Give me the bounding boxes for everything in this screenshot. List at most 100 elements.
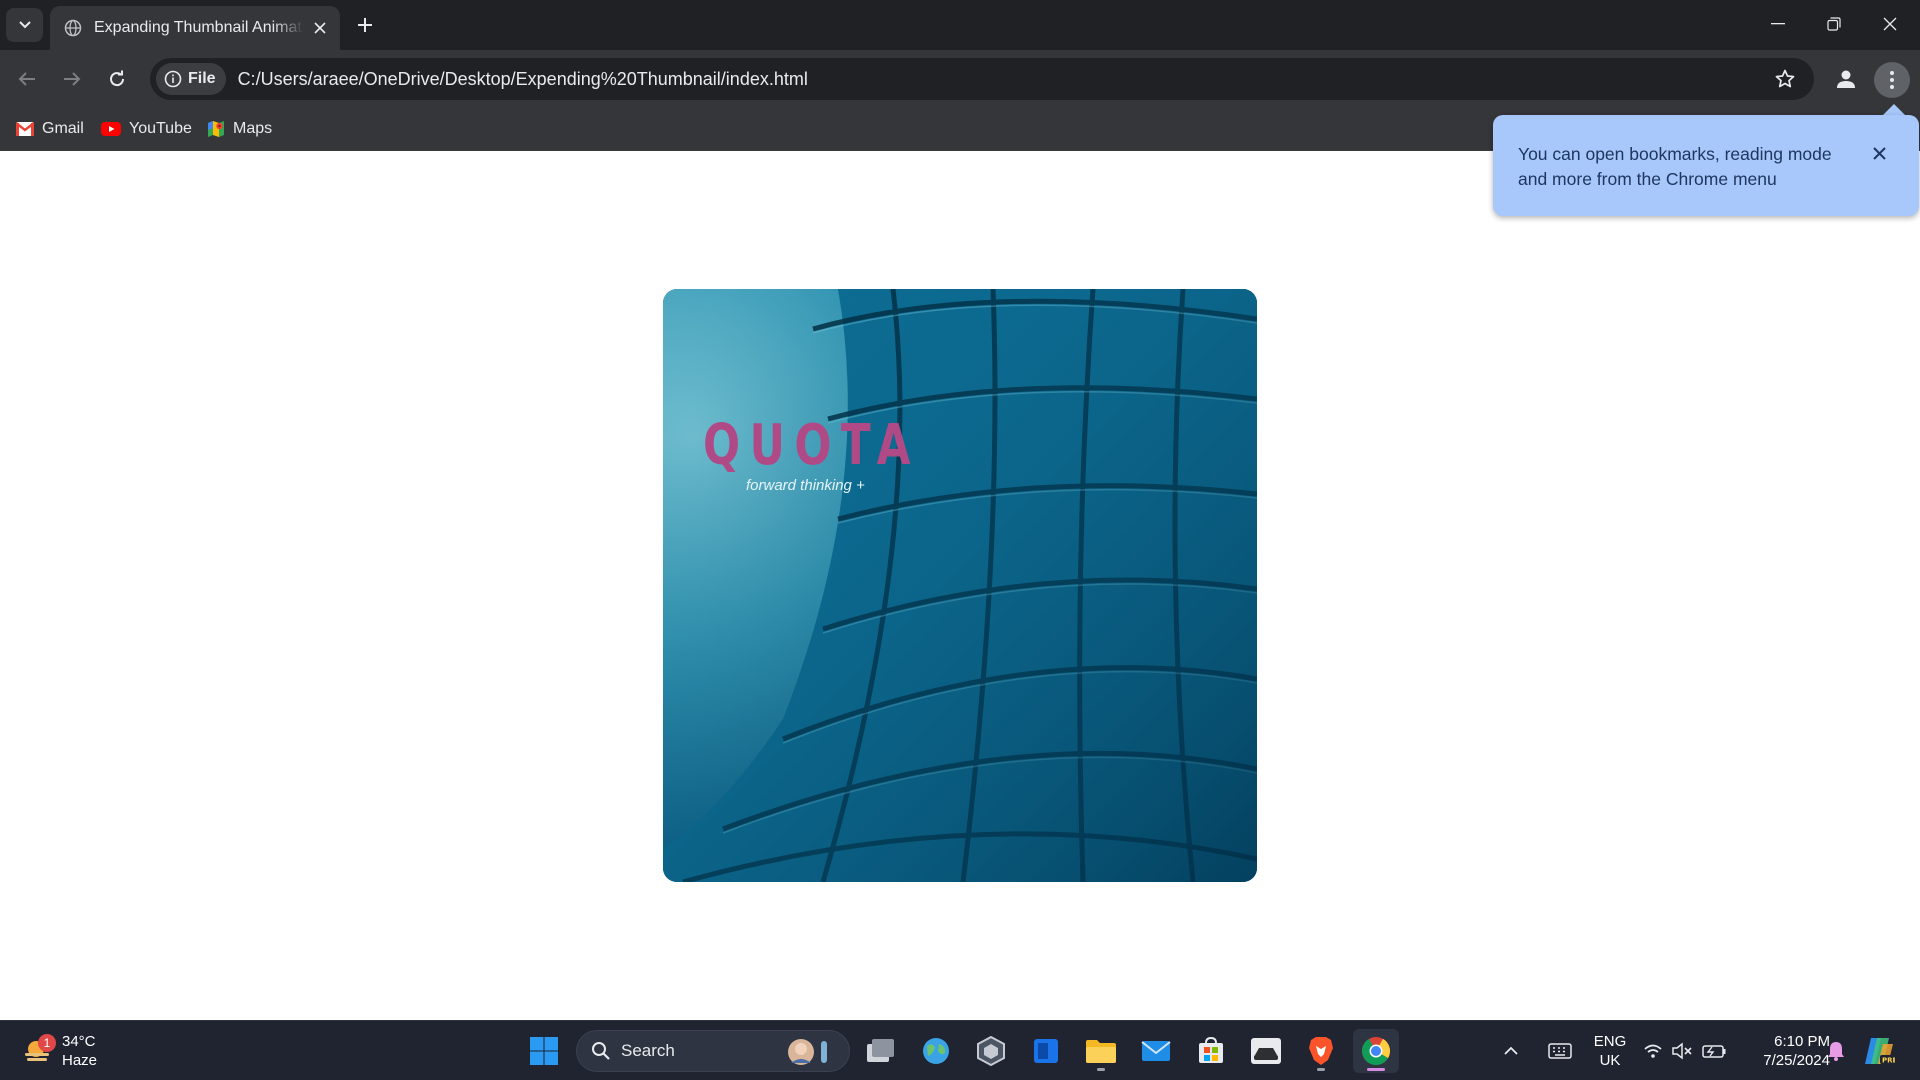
popup-text: You can open bookmarks, reading mode and… — [1518, 144, 1832, 189]
folder-icon — [1086, 1040, 1116, 1063]
active-indicator — [1367, 1068, 1385, 1071]
clock-time: 6:10 PM — [1774, 1033, 1830, 1050]
star-icon — [1775, 69, 1795, 88]
running-indicator — [1317, 1068, 1325, 1071]
bookmark-label: Gmail — [42, 120, 84, 137]
weather-temp: 34°C — [62, 1033, 96, 1050]
copilot-icon: PRE — [1865, 1038, 1895, 1065]
windows-logo-icon — [530, 1037, 558, 1065]
reload-button[interactable] — [100, 62, 134, 96]
store-icon — [1199, 1037, 1223, 1063]
brand-tagline: forward thinking + — [746, 477, 865, 494]
chrome-menu-button[interactable] — [1874, 62, 1910, 98]
new-tab-button[interactable] — [352, 12, 378, 38]
profile-button[interactable] — [1829, 62, 1863, 96]
tab-title: Expanding Thumbnail Animation — [94, 19, 304, 36]
weather-widget[interactable]: 1 34°C Haze — [22, 1029, 97, 1073]
back-button[interactable] — [10, 62, 44, 96]
search-icon — [592, 1042, 610, 1060]
car-app-icon — [1251, 1038, 1281, 1064]
minimize-button[interactable] — [1750, 0, 1806, 48]
site-chip-label: File — [188, 70, 216, 87]
taskbar-file-explorer[interactable] — [1078, 1029, 1124, 1073]
language-line2: UK — [1599, 1052, 1621, 1069]
input-language-indicator[interactable]: ENG UK — [1586, 1032, 1634, 1070]
toolbar: File C:/Users/araee/OneDrive/Desktop/Exp… — [0, 50, 1920, 108]
bookmark-maps[interactable]: Maps — [201, 115, 278, 143]
person-icon — [1837, 70, 1855, 88]
search-highlight-icon — [788, 1039, 827, 1065]
gmail-icon — [16, 122, 34, 136]
clock[interactable]: 6:10 PM 7/25/2024 — [1740, 1032, 1830, 1070]
kebab-menu-icon — [1890, 71, 1894, 89]
arrow-left-icon — [18, 72, 35, 86]
blue-app-icon — [1034, 1039, 1058, 1063]
page-content: QUOTA forward thinking + — [0, 151, 1920, 1020]
plus-icon — [358, 18, 372, 32]
search-label: Search — [621, 1041, 675, 1060]
bookmark-label: Maps — [233, 120, 273, 137]
brand-title: QUOTA — [703, 413, 920, 478]
tab-search-button[interactable] — [6, 8, 43, 42]
taskbar-app-car[interactable] — [1243, 1029, 1289, 1073]
show-hidden-icons-button[interactable] — [1497, 1029, 1525, 1073]
address-bar[interactable]: File C:/Users/araee/OneDrive/Desktop/Exp… — [150, 58, 1814, 100]
chrome-icon — [1362, 1037, 1390, 1065]
taskbar-app-globe[interactable] — [913, 1029, 959, 1073]
quick-settings-button[interactable] — [1640, 1029, 1730, 1073]
taskbar-app-hexagon[interactable] — [968, 1029, 1014, 1073]
restore-icon — [1827, 17, 1841, 31]
globe-app-icon — [923, 1038, 949, 1064]
taskbar-search[interactable]: Search — [576, 1030, 850, 1072]
start-button[interactable] — [521, 1029, 567, 1073]
arrow-right-icon — [64, 72, 81, 86]
close-icon — [1872, 146, 1886, 160]
network-volume-battery-icons — [1644, 1042, 1726, 1060]
tab-close-button[interactable] — [310, 18, 330, 38]
mail-icon — [1141, 1041, 1171, 1061]
expanding-thumbnail[interactable]: QUOTA forward thinking + — [663, 289, 1257, 882]
chevron-down-icon — [18, 21, 31, 29]
close-icon — [314, 22, 326, 34]
maps-icon — [208, 121, 224, 137]
svg-text:PRE: PRE — [1882, 1057, 1895, 1065]
taskbar-mail[interactable] — [1133, 1029, 1179, 1073]
close-window-button[interactable] — [1862, 0, 1918, 48]
brave-lion-icon — [1309, 1037, 1333, 1065]
windows-taskbar: 1 34°C Haze Search ENG UK 6:10 PM 7/25/2… — [0, 1020, 1920, 1080]
minimize-icon — [1771, 23, 1785, 25]
task-view-button[interactable] — [858, 1029, 904, 1073]
youtube-icon — [101, 122, 121, 136]
taskbar-brave[interactable] — [1298, 1029, 1344, 1073]
reload-icon — [110, 70, 125, 87]
taskbar-chrome[interactable] — [1353, 1029, 1399, 1073]
weather-notification-badge: 1 — [38, 1034, 56, 1052]
clock-date: 7/25/2024 — [1763, 1052, 1830, 1069]
info-icon — [164, 70, 182, 88]
forward-button[interactable] — [55, 62, 89, 96]
close-icon — [1883, 17, 1897, 31]
touch-keyboard-button[interactable] — [1538, 1029, 1582, 1073]
abstract-tiles-image — [663, 289, 1257, 882]
task-view-icon — [867, 1039, 894, 1062]
restore-button[interactable] — [1806, 0, 1862, 48]
globe-icon — [64, 19, 82, 37]
taskbar-store[interactable] — [1188, 1029, 1234, 1073]
bookmark-gmail[interactable]: Gmail — [10, 115, 90, 143]
bookmark-youtube[interactable]: YouTube — [95, 115, 198, 143]
copilot-button[interactable]: PRE — [1856, 1029, 1902, 1073]
tab-active[interactable]: Expanding Thumbnail Animation — [50, 6, 340, 50]
keyboard-icon — [1548, 1043, 1572, 1059]
bookmark-label: YouTube — [129, 120, 192, 137]
site-info-chip[interactable]: File — [156, 63, 226, 95]
taskbar-app-blue-window[interactable] — [1023, 1029, 1069, 1073]
popup-close-button[interactable] — [1867, 141, 1891, 165]
notifications-button[interactable] — [1823, 1029, 1849, 1073]
language-line1: ENG — [1593, 1033, 1627, 1050]
tab-strip: Expanding Thumbnail Animation — [0, 0, 1920, 50]
bookmark-star-button[interactable] — [1770, 64, 1800, 94]
running-indicator — [1097, 1068, 1105, 1071]
weather-condition: Haze — [62, 1052, 98, 1069]
chrome-menu-tip-popup: You can open bookmarks, reading mode and… — [1493, 115, 1919, 216]
url-text[interactable]: C:/Users/araee/OneDrive/Desktop/Expendin… — [238, 69, 808, 90]
